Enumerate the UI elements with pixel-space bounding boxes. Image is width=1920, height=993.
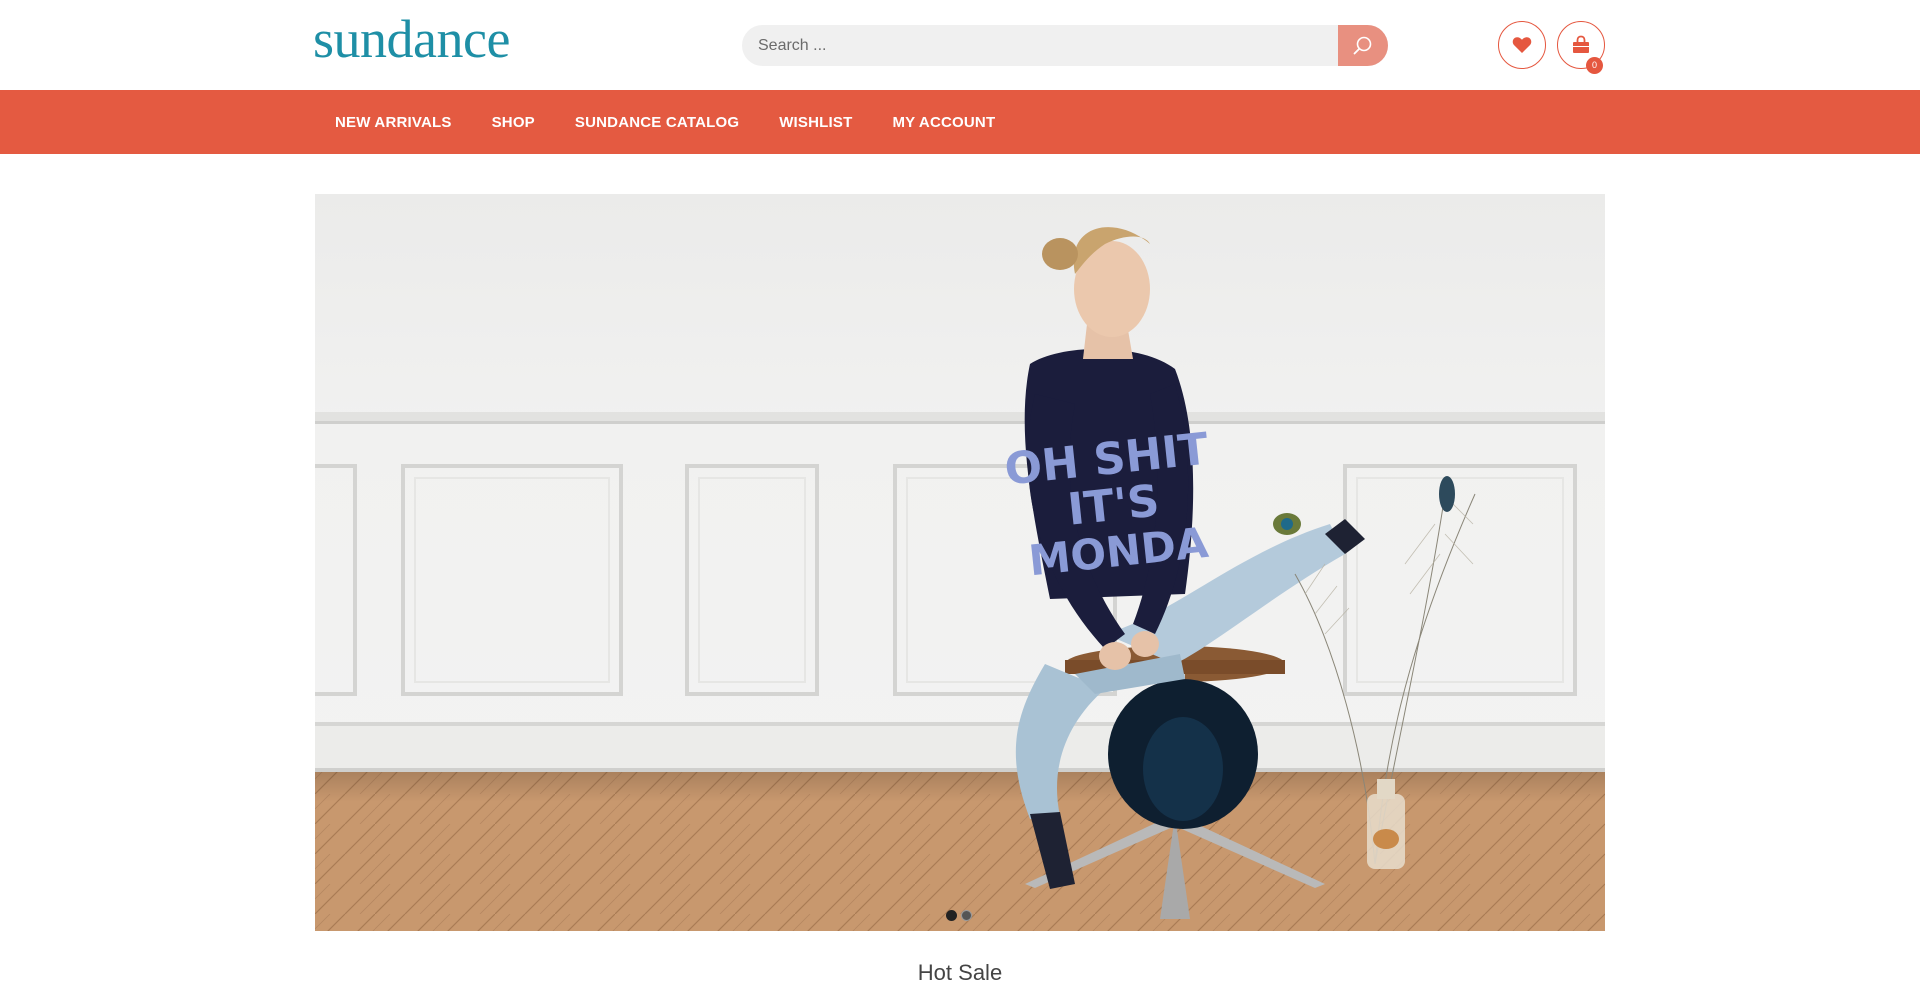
- nav-item-wishlist[interactable]: WISHLIST: [759, 114, 872, 131]
- slider-dot-1[interactable]: [946, 910, 957, 921]
- search-input[interactable]: [742, 25, 1338, 66]
- nav-item-shop[interactable]: SHOP: [472, 114, 555, 131]
- search-icon: [1353, 36, 1372, 54]
- section-title: Hot Sale: [917, 960, 1003, 985]
- nav-item-sundance-catalog[interactable]: SUNDANCE CATALOG: [555, 114, 759, 131]
- main-nav: NEW ARRIVALS SHOP SUNDANCE CATALOG WISHL…: [0, 90, 1920, 154]
- wishlist-button[interactable]: [1498, 21, 1546, 69]
- heart-icon: [1512, 37, 1532, 53]
- search-bar: [742, 25, 1388, 66]
- site-logo[interactable]: sundance: [313, 8, 510, 70]
- nav-item-new-arrivals[interactable]: NEW ARRIVALS: [315, 114, 472, 131]
- site-header: sundance 0: [0, 0, 1920, 90]
- hero-slider[interactable]: OH SHIT IT'S MONDA: [315, 194, 1605, 931]
- slider-dots: [946, 910, 972, 921]
- shopping-bag-icon: [1573, 35, 1589, 53]
- search-button[interactable]: [1338, 25, 1388, 66]
- hero-image: OH SHIT IT'S MONDA: [315, 227, 1605, 931]
- slider-dot-2[interactable]: [961, 910, 972, 921]
- nav-item-my-account[interactable]: MY ACCOUNT: [872, 114, 1015, 131]
- cart-count-badge: 0: [1586, 57, 1603, 74]
